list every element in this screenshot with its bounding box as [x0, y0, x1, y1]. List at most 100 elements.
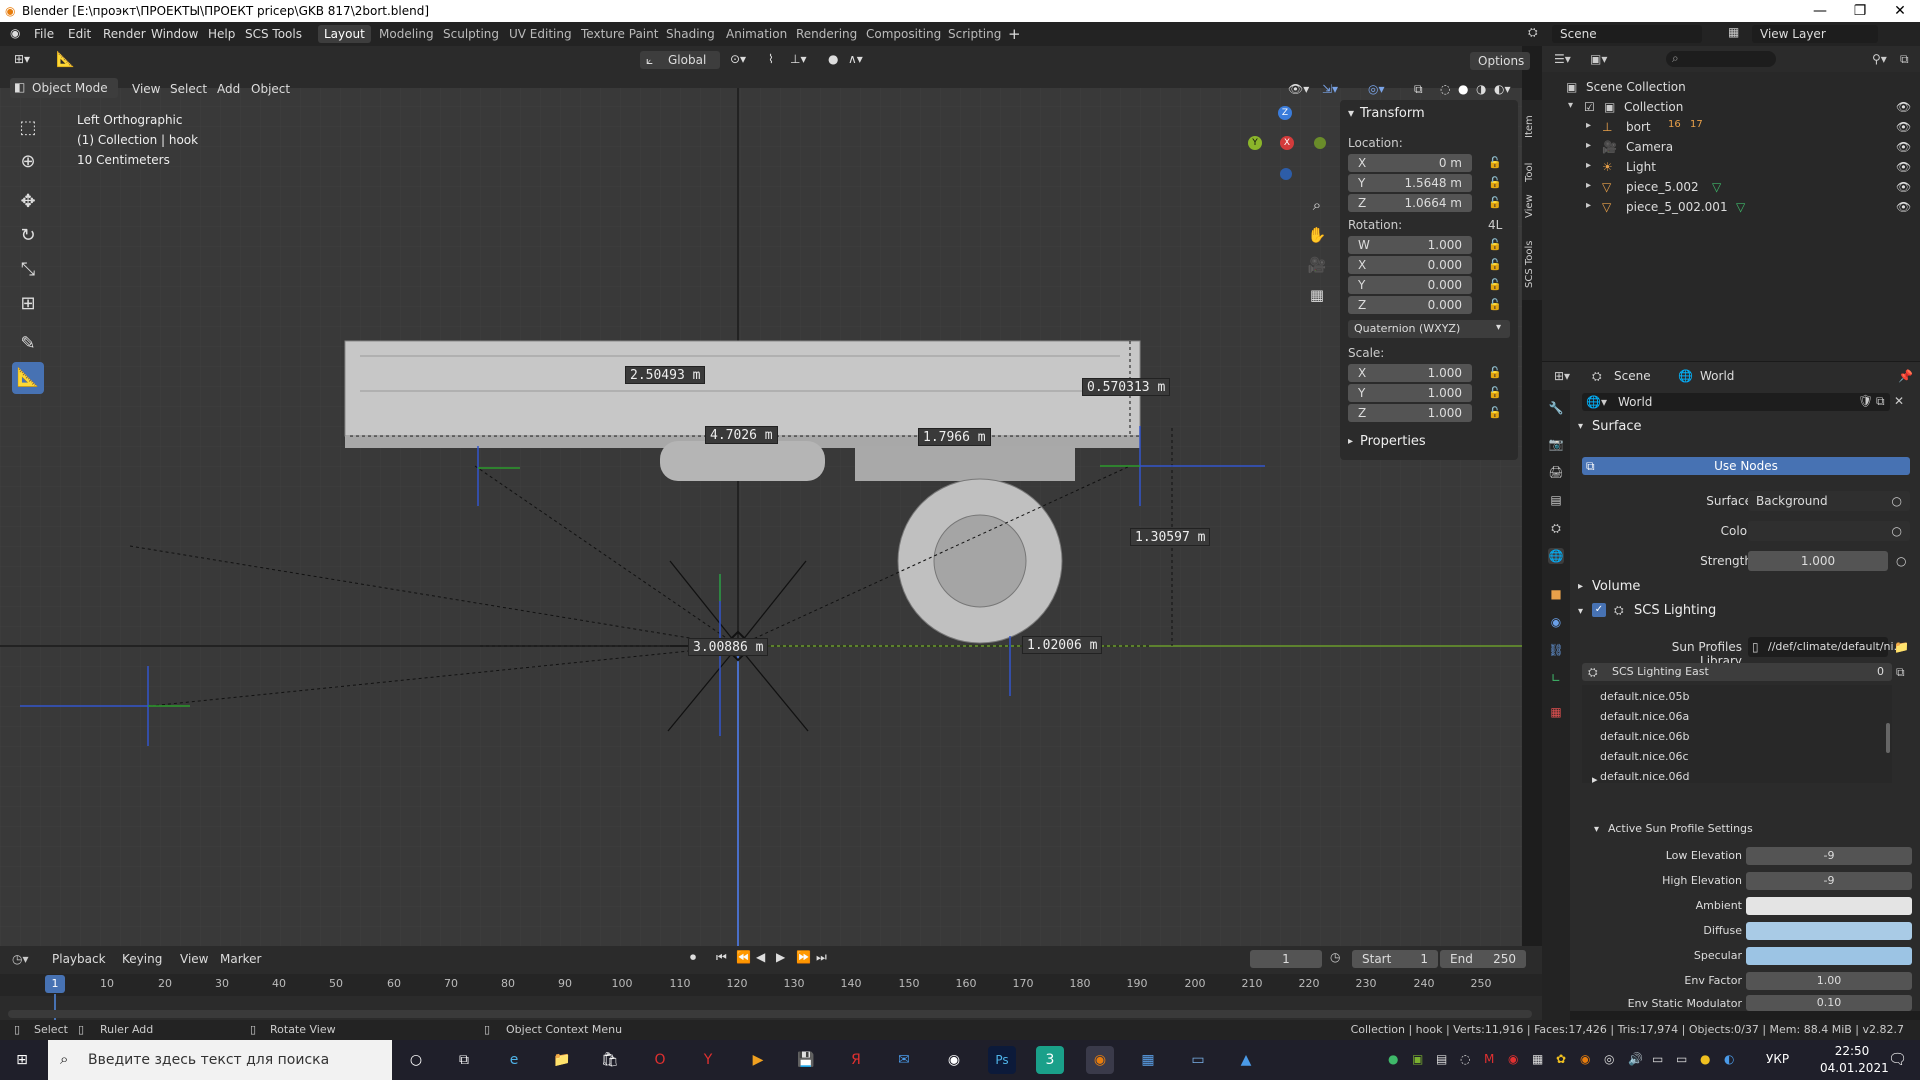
outliner-item-light[interactable]: ▸ ☀ Light 👁 — [1542, 158, 1920, 178]
tray-icon[interactable]: ◉ — [1508, 1052, 1518, 1066]
tray-icon[interactable]: ● — [1700, 1052, 1710, 1066]
active-settings-header[interactable]: Active Sun Profile Settings — [1608, 822, 1753, 835]
surface-panel-header[interactable]: Surface — [1592, 419, 1642, 434]
playhead[interactable]: 1 — [45, 975, 65, 993]
tray-icon[interactable]: M — [1484, 1052, 1494, 1066]
preview-range-icon[interactable]: ◷ — [1330, 950, 1340, 964]
tab-uv-editing[interactable]: UV Editing — [503, 25, 578, 43]
eye-icon[interactable]: 👁 — [1896, 200, 1911, 214]
tray-icon[interactable]: ▦ — [1532, 1052, 1543, 1066]
menu-render[interactable]: Render — [103, 27, 146, 41]
scs-lighting-header[interactable]: SCS Lighting — [1634, 603, 1716, 618]
timeline-scrollbar[interactable] — [8, 1010, 1532, 1018]
socket-icon[interactable]: ○ — [1896, 554, 1906, 568]
overlay-toggle-icon[interactable]: ◎▾ — [1368, 82, 1385, 96]
render-tab-icon[interactable]: 📷 — [1548, 436, 1564, 452]
scale-x-field[interactable]: X 1.000 — [1348, 364, 1472, 382]
tab-scripting[interactable]: Scripting — [942, 25, 1007, 43]
outliner-editor-icon[interactable]: ☰▾ — [1554, 52, 1571, 66]
outliner-item-camera[interactable]: ▸ 🎥 Camera 👁 — [1542, 138, 1920, 158]
tab-tool[interactable]: Tool — [1524, 152, 1540, 182]
xray-icon[interactable]: ⧉ — [1414, 82, 1423, 97]
timeline-editor-icon[interactable]: ◷▾ — [12, 952, 29, 966]
unlink-icon[interactable]: ✕ — [1894, 394, 1904, 408]
view-layer-selector[interactable]: View Layer — [1752, 25, 1878, 43]
properties-header[interactable]: Properties — [1360, 434, 1426, 449]
rotation-x-field[interactable]: X 0.000 — [1348, 256, 1472, 274]
list-scrollbar[interactable] — [1886, 723, 1890, 753]
scene-selector[interactable]: Scene — [1552, 25, 1702, 43]
collapse-arrow-icon[interactable]: ▾ — [1578, 606, 1583, 617]
wireframe-shading-icon[interactable]: ◌ — [1440, 82, 1450, 96]
snap-icon[interactable]: ⌇ — [768, 52, 774, 66]
list-item[interactable]: default.nice.06c — [1600, 750, 1689, 763]
menu-playback[interactable]: Playback — [52, 952, 106, 966]
eye-icon[interactable]: 👁 — [1896, 140, 1911, 154]
transform-orientation-dropdown[interactable]: ⟀ Global — [640, 51, 720, 69]
cortana-icon[interactable]: ○ — [402, 1046, 430, 1074]
file-explorer-icon[interactable]: 📁 — [548, 1046, 576, 1074]
new-datablock-icon[interactable]: ⧉ — [1876, 394, 1885, 409]
view-layer-tab-icon[interactable]: ▤ — [1548, 492, 1564, 508]
tool-tab-icon[interactable]: 🔧 — [1548, 400, 1564, 416]
play-reverse-icon[interactable]: ◀ — [756, 950, 765, 964]
close-icon[interactable]: ✕ — [1880, 0, 1920, 22]
minimize-icon[interactable]: — — [1800, 0, 1840, 22]
gizmo-neg-y-icon[interactable] — [1314, 137, 1326, 149]
display-mode-icon[interactable]: ▣▾ — [1590, 52, 1607, 66]
gizmo-toggle-icon[interactable]: ⇲▾ — [1322, 82, 1338, 96]
filter-icon[interactable]: ⚲▾ — [1872, 52, 1887, 66]
world-datablock-field[interactable]: 🌐▾ World — [1582, 393, 1890, 411]
tab-shading[interactable]: Shading — [660, 25, 721, 43]
folder-icon[interactable]: 📁 — [1894, 640, 1909, 654]
scs-lighting-checkbox[interactable]: ✓ — [1592, 603, 1606, 617]
gizmo-x-icon[interactable]: X — [1280, 136, 1294, 150]
scale-y-field[interactable]: Y 1.000 — [1348, 384, 1472, 402]
ruler-measure-label[interactable]: 1.02006 m — [1022, 636, 1103, 654]
list-item[interactable]: default.nice.06d — [1600, 770, 1690, 783]
ruler-measure-label[interactable]: 3.00886 m — [688, 638, 769, 656]
expand-arrow-icon[interactable]: ▸ — [1586, 200, 1591, 211]
scale-icon[interactable]: ⤡ — [12, 254, 44, 286]
world-icon[interactable]: ⧉ — [1896, 665, 1905, 680]
blender-taskbar-icon[interactable]: ◉ — [1086, 1046, 1114, 1074]
yandex-browser-icon[interactable]: Y — [694, 1046, 722, 1074]
menu-edit[interactable]: Edit — [68, 27, 91, 41]
world-color-swatch[interactable]: ○ — [1748, 521, 1910, 541]
menu-view[interactable]: View — [132, 82, 160, 96]
pan-hand-icon[interactable]: ✋ — [1305, 226, 1329, 250]
fake-user-icon[interactable]: 🛡 — [1858, 394, 1873, 408]
volume-icon[interactable]: 🔊 — [1628, 1052, 1643, 1066]
transform-icon[interactable]: ⊞ — [12, 288, 44, 320]
volume-panel-header[interactable]: Volume — [1592, 579, 1640, 594]
env-static-modulator-field[interactable]: 0.10 — [1746, 995, 1912, 1011]
lock-icon[interactable]: 🔓 — [1488, 176, 1502, 189]
solid-shading-icon[interactable]: ● — [1458, 82, 1468, 96]
gizmo-y-icon[interactable]: Y — [1248, 136, 1262, 150]
mode-dropdown[interactable]: ◧ Object Mode — [10, 78, 118, 98]
rotation-mode-dropdown[interactable]: Quaternion (WXYZ) ▾ — [1348, 320, 1510, 338]
ruler-measure-label[interactable]: 1.30597 m — [1130, 528, 1211, 546]
window-app-icon[interactable]: ▭ — [1184, 1046, 1212, 1074]
menu-window[interactable]: Window — [151, 27, 198, 41]
clock-time[interactable]: 22:50 — [1824, 1044, 1880, 1058]
add-workspace-icon[interactable]: + — [1008, 25, 1021, 43]
tab-texture-paint[interactable]: Texture Paint — [575, 25, 664, 43]
low-elevation-field[interactable]: -9 — [1746, 847, 1912, 865]
yandex-icon[interactable]: Я — [842, 1046, 870, 1074]
record-icon[interactable]: ⏺ — [690, 950, 696, 965]
end-frame-field[interactable]: End 250 — [1440, 950, 1526, 968]
collapse-arrow-icon[interactable]: ▾ — [1578, 421, 1583, 432]
tray-icon[interactable]: ◐ — [1724, 1052, 1734, 1066]
expand-arrow-icon[interactable]: ▸ — [1578, 581, 1583, 592]
tab-view[interactable]: View — [1524, 188, 1540, 218]
rotate-icon[interactable]: ↻ — [12, 220, 44, 252]
outliner-item-bort[interactable]: ▸ ⊥ bort 16 17 👁 — [1542, 118, 1920, 138]
material-shading-icon[interactable]: ◑ — [1476, 82, 1486, 96]
lock-icon[interactable]: 🔓 — [1488, 298, 1502, 311]
collapse-arrow-icon[interactable]: ▾ — [1348, 106, 1354, 120]
lock-icon[interactable]: 🔓 — [1488, 238, 1502, 251]
tray-icon[interactable]: ◉ — [1580, 1052, 1590, 1066]
tab-animation[interactable]: Animation — [720, 25, 793, 43]
view-layer-icon[interactable]: ▦ — [1728, 25, 1739, 39]
